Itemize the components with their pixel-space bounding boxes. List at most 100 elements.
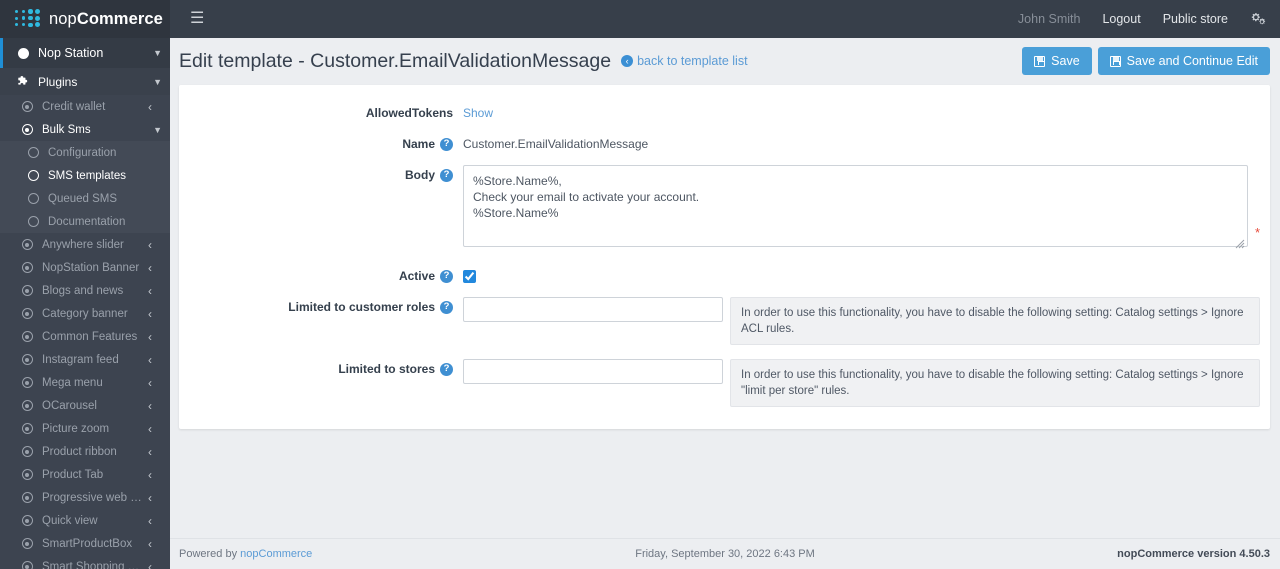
question-mark-icon[interactable]: ?	[440, 269, 453, 283]
active-checkbox[interactable]	[463, 270, 476, 283]
radio-dot-icon	[20, 514, 34, 528]
sidebar-item-label: Product ribbon	[42, 445, 117, 458]
sidebar-item-picture-zoom[interactable]: Picture zoom ‹	[0, 417, 170, 440]
customer-roles-select[interactable]	[463, 297, 723, 322]
sidebar-item-label: Bulk Sms	[42, 123, 91, 136]
body-textarea[interactable]	[463, 165, 1248, 247]
radio-dot-icon	[20, 100, 34, 114]
sidebar-item-label: OCarousel	[42, 399, 97, 412]
radio-dot-icon	[20, 261, 34, 275]
nopcommerce-dots-icon	[14, 9, 42, 29]
circle-icon	[26, 215, 40, 229]
sidebar-item-configuration[interactable]: Configuration	[0, 141, 170, 164]
sidebar-item-nopstation-banner[interactable]: NopStation Banner ‹	[0, 256, 170, 279]
sidebar-item-mega-menu[interactable]: Mega menu ‹	[0, 371, 170, 394]
sidebar-item-label: Nop Station	[38, 46, 104, 60]
sidebar-item-sms-templates[interactable]: SMS templates	[0, 164, 170, 187]
page-footer: Powered by nopCommerce Friday, September…	[170, 538, 1280, 569]
solid-circle-icon	[16, 46, 30, 60]
sidebar-item-label: Configuration	[48, 146, 117, 159]
chevron-left-icon: ‹	[148, 283, 152, 298]
chevron-left-icon: ‹	[148, 398, 152, 413]
brand-text: nopCommerce	[49, 10, 163, 29]
sidebar-item-smartproductbox[interactable]: SmartProductBox ‹	[0, 532, 170, 555]
sidebar-item-label: SMS templates	[48, 169, 126, 182]
radio-dot-icon	[20, 468, 34, 482]
circle-icon	[26, 169, 40, 183]
sidebar-item-product-tab[interactable]: Product Tab ‹	[0, 463, 170, 486]
radio-dot-icon	[20, 560, 34, 569]
form-row-stores: Limited to stores ? In order to use this…	[179, 359, 1270, 407]
nopcommerce-link[interactable]: nopCommerce	[240, 548, 312, 560]
name-label: Name ?	[179, 134, 453, 151]
sidebar-item-queued-sms[interactable]: Queued SMS	[0, 187, 170, 210]
question-mark-icon[interactable]: ?	[440, 168, 453, 182]
chevron-left-icon: ‹	[148, 306, 152, 321]
question-mark-icon[interactable]: ?	[440, 300, 453, 314]
chevron-down-icon: ▼	[153, 124, 162, 135]
public-store-link[interactable]: Public store	[1163, 12, 1228, 26]
stores-label-text: Limited to stores	[338, 362, 435, 376]
sidebar-item-ocarousel[interactable]: OCarousel ‹	[0, 394, 170, 417]
sidebar-item-label: Smart Shopping Cart	[42, 560, 144, 569]
save-continue-button-label: Save and Continue Edit	[1126, 54, 1258, 68]
sidebar-item-label: Progressive web app	[42, 491, 144, 504]
sidebar-item-plugins[interactable]: Plugins ▼	[0, 68, 170, 95]
sidebar-item-documentation[interactable]: Documentation	[0, 210, 170, 233]
brand-text-bold: Commerce	[76, 9, 163, 28]
save-button[interactable]: Save	[1022, 47, 1092, 75]
sidebar-item-product-ribbon[interactable]: Product ribbon ‹	[0, 440, 170, 463]
chevron-down-icon: ▼	[153, 76, 162, 87]
sidebar-item-bulk-sms[interactable]: Bulk Sms ▼	[0, 118, 170, 141]
name-control: Customer.EmailValidationMessage	[463, 134, 648, 151]
brand-logo[interactable]: nopCommerce	[0, 0, 170, 38]
sidebar-item-smart-shopping-cart[interactable]: Smart Shopping Cart ‹	[0, 555, 170, 569]
stores-select[interactable]	[463, 359, 723, 384]
save-and-continue-edit-button[interactable]: Save and Continue Edit	[1097, 47, 1270, 75]
chevron-left-icon: ‹	[148, 99, 152, 114]
sidebar-item-common-features[interactable]: Common Features ‹	[0, 325, 170, 348]
active-label-text: Active	[398, 269, 435, 283]
sidebar-item-credit-wallet[interactable]: Credit wallet ‹	[0, 95, 170, 118]
limited-to-customer-roles-label: Limited to customer roles ?	[179, 297, 453, 314]
radio-dot-icon	[20, 307, 34, 321]
roles-label-text: Limited to customer roles	[288, 300, 435, 314]
sidebar-item-anywhere-slider[interactable]: Anywhere slider ‹	[0, 233, 170, 256]
sidebar-item-label: Blogs and news	[42, 284, 124, 297]
allowed-tokens-label: AllowedTokens	[365, 106, 453, 120]
page-title: Edit template - Customer.EmailValidation…	[179, 49, 612, 72]
sidebar-item-label: Instagram feed	[42, 353, 119, 366]
powered-by-text: Powered by	[179, 548, 238, 560]
active-control	[463, 266, 476, 283]
sidebar-item-quick-view[interactable]: Quick view ‹	[0, 509, 170, 532]
sidebar-item-instagram-feed[interactable]: Instagram feed ‹	[0, 348, 170, 371]
sidebar-item-label: NopStation Banner	[42, 261, 140, 274]
sidebar-item-category-banner[interactable]: Category banner ‹	[0, 302, 170, 325]
hamburger-icon[interactable]: ☰	[184, 7, 210, 31]
current-user-name: John Smith	[1017, 12, 1081, 26]
body-control: *	[463, 165, 1260, 252]
form-row-active: Active ?	[179, 266, 1270, 283]
allowed-tokens-show-link[interactable]: Show	[463, 103, 493, 120]
top-bar: nopCommerce ☰ John Smith Logout Public s…	[0, 0, 1280, 38]
sidebar-item-nop-station[interactable]: Nop Station ▼	[0, 38, 170, 68]
logout-link[interactable]: Logout	[1102, 12, 1140, 26]
gears-icon[interactable]	[1250, 12, 1266, 26]
main-content: Edit template - Customer.EmailValidation…	[170, 38, 1280, 569]
sidebar-item-progressive-web-app[interactable]: Progressive web app ‹	[0, 486, 170, 509]
sidebar-item-label: Quick view	[42, 514, 98, 527]
floppy-disk-icon	[1034, 55, 1046, 67]
edit-template-form-card: AllowedTokens Show Name ? Customer.Email…	[179, 85, 1270, 429]
question-mark-icon[interactable]: ?	[440, 362, 453, 376]
sidebar-item-blogs-and-news[interactable]: Blogs and news ‹	[0, 279, 170, 302]
save-button-label: Save	[1051, 54, 1080, 68]
arrow-left-circle-icon: ‹	[621, 55, 634, 67]
sidebar-item-label: Queued SMS	[48, 192, 118, 205]
body-label: Body ?	[179, 165, 453, 182]
question-mark-icon[interactable]: ?	[440, 137, 453, 151]
chevron-left-icon: ‹	[148, 536, 152, 551]
back-to-template-list-link[interactable]: ‹ back to template list	[621, 54, 748, 68]
sidebar-item-label: Credit wallet	[42, 100, 106, 113]
radio-dot-icon	[20, 399, 34, 413]
sidebar-navigation[interactable]: Nop Station ▼ Plugins ▼ Credit wallet ‹ Bulk S…	[0, 38, 170, 569]
